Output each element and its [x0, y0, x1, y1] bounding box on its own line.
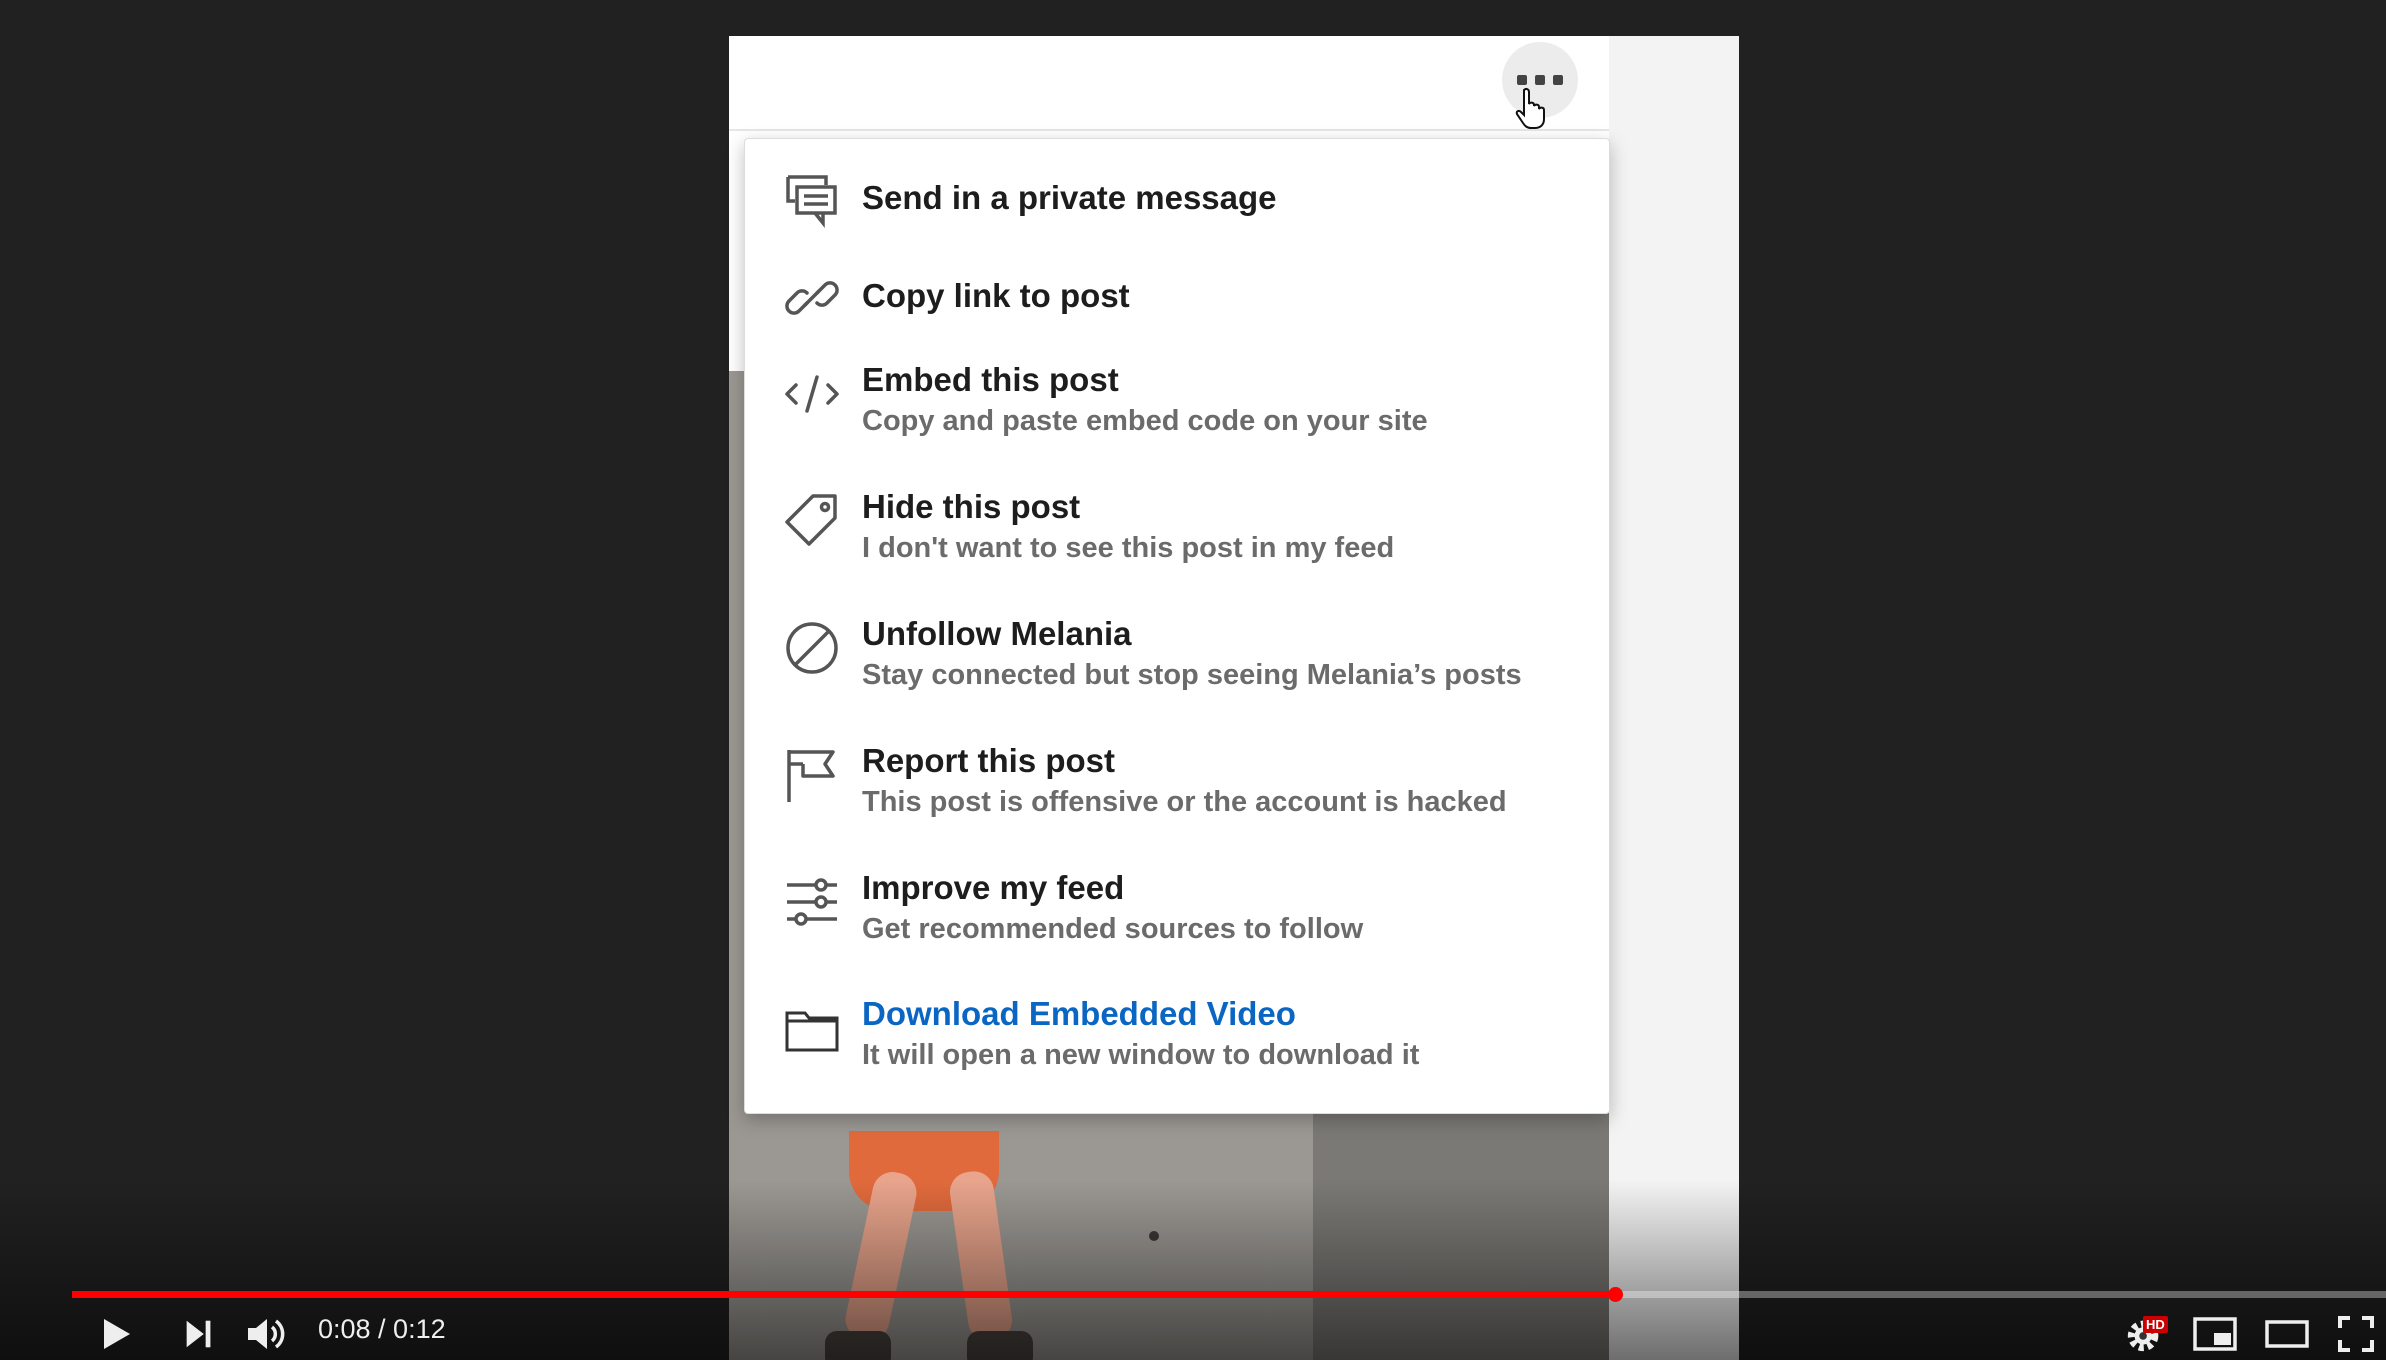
- more-dot: [1553, 75, 1563, 85]
- hand-cursor-icon: [1510, 86, 1554, 130]
- miniplayer-button[interactable]: [2192, 1308, 2238, 1360]
- menu-item-subtitle: I don't want to see this post in my feed: [862, 532, 1395, 564]
- menu-item-improve-feed[interactable]: Improve my feed Get recommended sources …: [745, 869, 1609, 997]
- menu-item-download-video[interactable]: Download Embedded Video It will open a n…: [745, 995, 1609, 1123]
- skip-next-icon: [186, 1320, 211, 1348]
- theater-mode-icon: [2265, 1320, 2309, 1348]
- menu-item-subtitle: This post is offensive or the account is…: [862, 786, 1507, 818]
- volume-button[interactable]: [244, 1308, 288, 1360]
- menu-item-subtitle: It will open a new window to download it: [862, 1039, 1420, 1071]
- sliders-icon: [783, 873, 841, 931]
- menu-item-title: Send in a private message: [862, 179, 1277, 216]
- hd-badge: HD: [2143, 1316, 2168, 1333]
- menu-item-title: Embed this post: [862, 361, 1119, 398]
- menu-item-title: Report this post: [862, 742, 1115, 779]
- volume-icon: [248, 1319, 285, 1349]
- post-options-menu: Send in a private message Copy link to p…: [744, 138, 1610, 1114]
- page-background-strip: [1609, 36, 1739, 1360]
- next-button[interactable]: [180, 1308, 218, 1360]
- menu-item-subtitle: Get recommended sources to follow: [862, 913, 1364, 945]
- fullscreen-button[interactable]: [2336, 1308, 2376, 1360]
- fullscreen-icon: [2338, 1316, 2374, 1352]
- menu-item-embed-post[interactable]: Embed this post Copy and paste embed cod…: [745, 361, 1609, 489]
- menu-item-title: Copy link to post: [862, 277, 1130, 314]
- progress-bar[interactable]: [72, 1287, 2386, 1302]
- menu-item-hide-post[interactable]: Hide this post I don't want to see this …: [745, 488, 1609, 616]
- menu-item-title: Download Embedded Video: [862, 995, 1296, 1032]
- flag-icon: [783, 746, 841, 804]
- menu-item-subtitle: Stay connected but stop seeing Melania’s…: [862, 659, 1522, 691]
- menu-item-subtitle: Copy and paste embed code on your site: [862, 405, 1428, 437]
- play-button[interactable]: [96, 1308, 136, 1360]
- message-icon: [783, 171, 841, 229]
- menu-item-title: Unfollow Melania: [862, 615, 1132, 652]
- menu-item-title: Hide this post: [862, 488, 1081, 525]
- menu-item-title: Improve my feed: [862, 869, 1125, 906]
- tag-icon: [783, 492, 841, 550]
- time-display: 0:08 / 0:12: [318, 1314, 446, 1344]
- folder-icon: [783, 999, 841, 1057]
- menu-item-copy-link[interactable]: Copy link to post: [745, 237, 1609, 357]
- menu-item-report-post[interactable]: Report this post This post is offensive …: [745, 742, 1609, 870]
- more-dot: [1535, 75, 1545, 85]
- code-icon: [783, 365, 841, 423]
- block-icon: [783, 619, 841, 677]
- post-header-divider: [729, 129, 1609, 131]
- progress-played: [72, 1291, 1616, 1298]
- menu-item-unfollow[interactable]: Unfollow Melania Stay connected but stop…: [745, 615, 1609, 743]
- theater-mode-button[interactable]: [2264, 1308, 2310, 1360]
- miniplayer-icon: [2193, 1317, 2237, 1351]
- more-dot: [1517, 75, 1527, 85]
- link-icon: [783, 269, 841, 327]
- play-icon: [104, 1319, 130, 1349]
